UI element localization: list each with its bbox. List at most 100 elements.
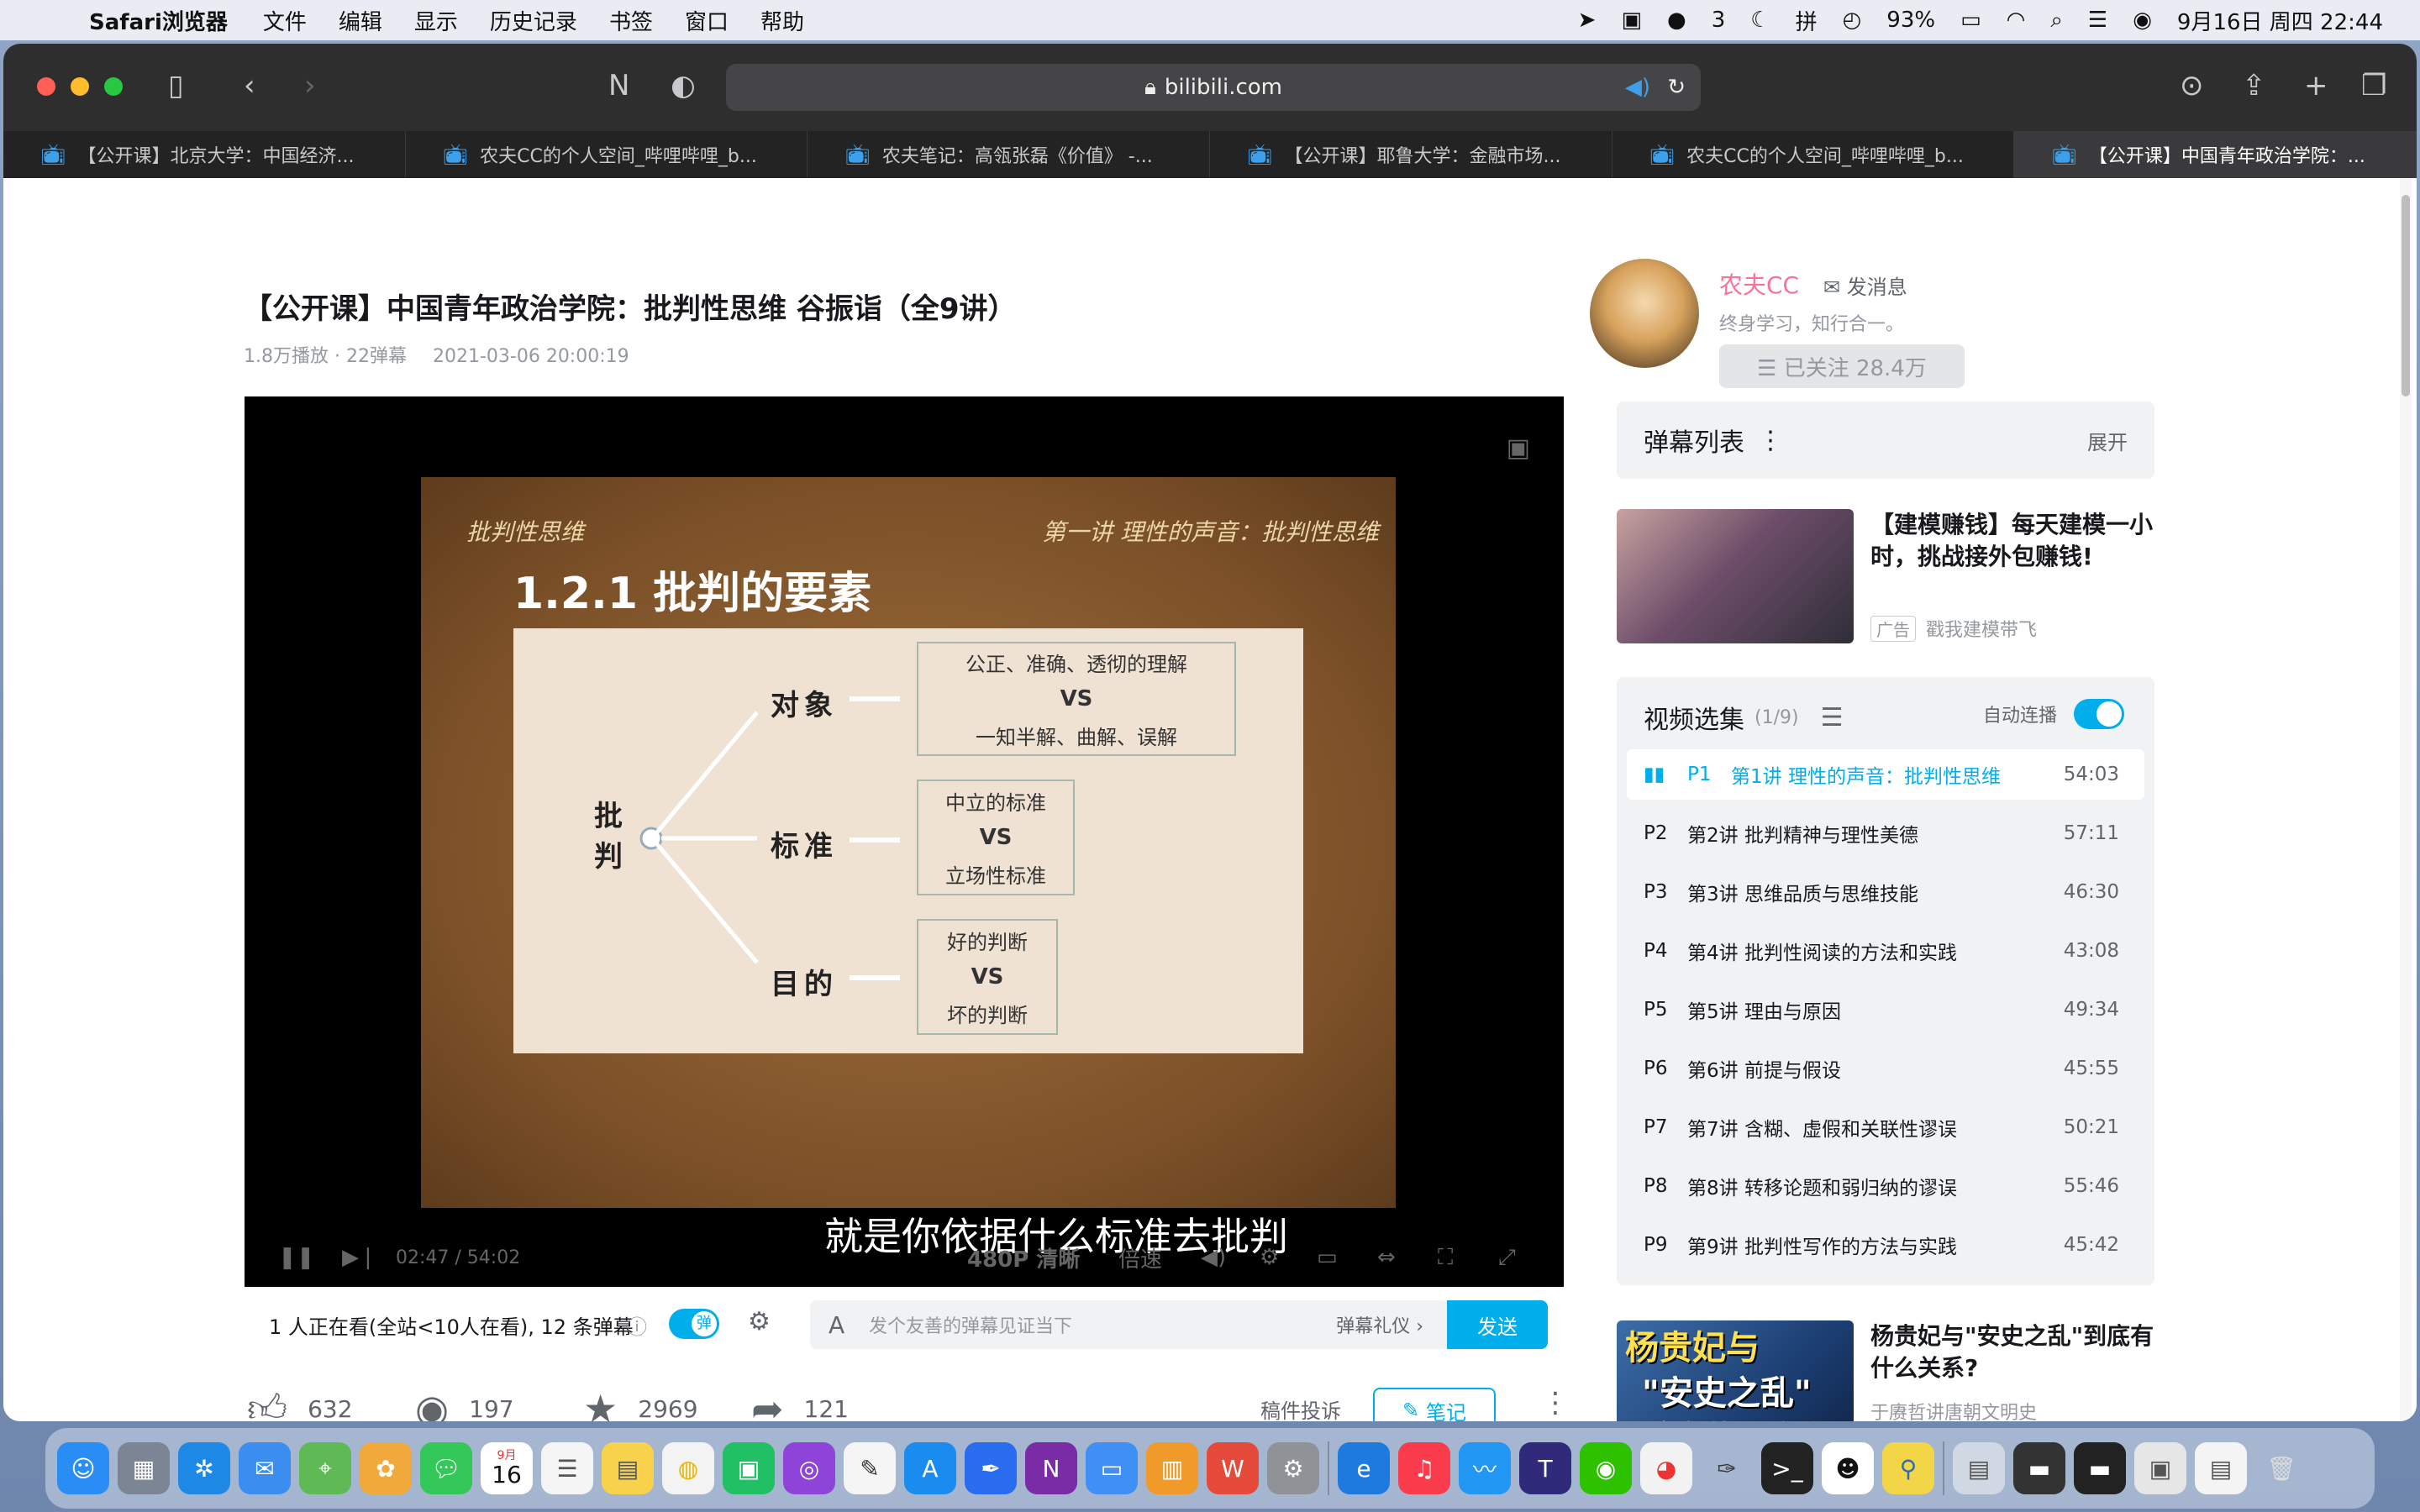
trash-icon[interactable]: 🗑︎ [2255,1442,2307,1494]
tab-5[interactable]: 📺︎ 农夫CC的个人空间_哔哩哔哩_b... [1612,131,2015,178]
autoplay-toggle[interactable] [2074,699,2124,729]
mail-icon[interactable]: ✉ [239,1442,291,1494]
audio-playing-icon[interactable]: ◀︎) [1625,75,1650,100]
iqiyi-icon[interactable]: ▣ [723,1442,775,1494]
episode-item[interactable]: P7 第7讲 含糊、虚假和关联性谬误 50:21 [1627,1102,2144,1152]
uploader-name[interactable]: 农夫CC [1719,267,1799,301]
clock[interactable]: 9月16日 周四 22:44 [2177,5,2383,36]
fullscreen-icon[interactable]: ⤢ [1498,1245,1516,1271]
followed-button[interactable]: ☰ 已关注 28.4万 [1719,344,1965,388]
pages-icon[interactable]: ✎ [844,1442,896,1494]
help-icon[interactable]: ⓘ [627,1310,647,1340]
window-thumbnail-3[interactable]: ▬ [2074,1442,2126,1494]
report-link[interactable]: 稿件投诉 [1260,1394,1341,1421]
recommended-author[interactable]: 于赓哲讲唐朝文明史 [1870,1398,2037,1421]
danmaku-input[interactable]: A 发个友善的弹幕见证当下 弹幕礼仪 › [810,1300,1449,1349]
danmaku-toggle[interactable]: 弹 [669,1309,719,1339]
downloads-icon[interactable]: ⊙ [2180,69,2204,102]
menu-edit[interactable]: 编辑 [339,5,382,36]
system-preferences-icon[interactable]: ⚙ [1267,1442,1319,1494]
menu-help[interactable]: 帮助 [760,5,804,36]
wps-office-icon[interactable]: W [1207,1442,1259,1494]
tab-overview-icon[interactable]: ❐ [2361,69,2386,102]
list-view-icon[interactable]: ☰ [1821,703,1844,732]
episode-item[interactable]: P6 第6讲 前提与假设 45:55 [1627,1043,2144,1094]
tab-4[interactable]: 📺︎ 【公开课】耶鲁大学：金融市场... [1210,131,1612,178]
tab-1[interactable]: 📺︎ 【公开课】北京大学：中国经济... [3,131,406,178]
moon-icon[interactable]: ☾ [1750,8,1770,33]
finder-icon[interactable]: ☺ [57,1442,109,1494]
maps-icon[interactable]: ⌖ [299,1442,351,1494]
page-scrollbar[interactable] [2400,178,2412,1421]
recommended-title[interactable]: 杨贵妃与"安史之乱"到底有什么关系? [1870,1320,2165,1384]
episode-item[interactable]: P2 第2讲 批判精神与理性美德 57:11 [1627,808,2144,858]
recommended-thumbnail[interactable]: 杨贵妃与 "安史之乱" 到底有什么关系? [1617,1320,1854,1421]
chrome-icon[interactable]: ◕ [1640,1442,1692,1494]
messages-icon[interactable]: 💬︎ [420,1442,472,1494]
ad-title[interactable]: 【建模赚钱】每天建模一小时，挑战接外包赚钱! [1870,509,2165,573]
scrollbar-thumb[interactable] [2402,195,2410,396]
siri-icon[interactable]: ◉ [2133,8,2152,33]
menu-file[interactable]: 文件 [263,5,307,36]
window-thumbnail-1[interactable]: ▤ [1953,1442,2005,1494]
safari-icon[interactable]: ✲ [178,1442,230,1494]
tex-icon[interactable]: T [1519,1442,1571,1494]
video-player[interactable]: ▣ 批判性思维 第一讲 理性的声音：批判性思维 1.2.1 批判的要素 批 判 … [245,396,1564,1287]
picture-in-picture-icon[interactable]: ▭ [1317,1245,1338,1270]
menu-history[interactable]: 历史记录 [490,5,577,36]
panda-app-icon[interactable]: ☻ [1822,1442,1874,1494]
privacy-shield-icon[interactable]: ◐ [671,69,696,102]
quality-selector[interactable]: 480P 清晰 [967,1242,1080,1273]
wechat-icon[interactable]: ● [1667,8,1686,33]
tab-3[interactable]: 📺︎ 农夫笔记：高瓴张磊《价值》 -... [808,131,1211,178]
danmaku-list-header[interactable]: 弹幕列表 ⋮ 展开 [1617,402,2154,479]
close-window-button[interactable] [37,77,55,96]
input-method-icon[interactable]: 拼 [1796,5,1818,36]
send-message-link[interactable]: ✉ 发消息 [1823,270,1907,300]
episode-item-active[interactable]: ▮▮ P1 第1讲 理性的声音：批判性思维 54:03 [1627,749,2144,800]
episode-item[interactable]: P5 第5讲 理由与原因 49:34 [1627,984,2144,1035]
reload-icon[interactable]: ↻ [1667,75,1686,100]
photos-icon[interactable]: ✿ [360,1442,412,1494]
launchpad-icon[interactable]: ▦ [118,1442,170,1494]
send-danmaku-button[interactable]: 发送 [1447,1300,1548,1349]
episode-item[interactable]: P9 第9讲 批判性写作的方法与实践 45:42 [1627,1220,2144,1270]
tab-6-active[interactable]: 📺︎ 【公开课】中国青年政治学院：... [2014,131,2417,178]
location-icon[interactable]: ➤ [1578,8,1597,33]
battery-icon[interactable]: ▭ [1960,8,1981,33]
danmaku-etiquette-link[interactable]: 弹幕礼仪 › [1336,1311,1423,1338]
coin-button[interactable]: ◉ 197 [415,1386,514,1421]
menu-view[interactable]: 显示 [414,5,458,36]
sidebar-icon[interactable]: ▯ [168,69,184,102]
ad-thumbnail[interactable] [1617,509,1854,643]
back-icon[interactable]: ‹ [244,69,255,102]
episode-item[interactable]: P4 第4讲 批判性阅读的方法和实践 43:08 [1627,926,2144,976]
notion-extension-icon[interactable]: N [608,69,629,102]
reminders-icon[interactable]: ☰ [541,1442,593,1494]
forward-icon[interactable]: › [304,69,316,102]
widescreen-icon[interactable]: ⇔ [1377,1245,1396,1270]
calendar-icon[interactable]: 9月 16 [481,1442,533,1494]
feedback-icon[interactable]: ▣ [1507,433,1530,463]
maimai-icon[interactable]: 〰 [1459,1442,1511,1494]
time-machine-icon[interactable]: ◴ [1843,8,1862,33]
pause-icon[interactable]: ❚❚ [278,1245,315,1270]
wps-icon[interactable]: ▣ [1621,8,1642,33]
zoom-window-button[interactable] [104,77,123,96]
search-icon[interactable]: ⌕ [2050,8,2063,34]
episode-item[interactable]: P3 第3讲 思维品质与思维技能 46:30 [1627,867,2144,917]
cloud-drive-icon[interactable]: ◍ [662,1442,714,1494]
books-icon[interactable]: ▥ [1146,1442,1198,1494]
danmaku-list-more-icon[interactable]: ⋮ [1758,426,1783,455]
uploader-avatar[interactable] [1590,259,1699,368]
onenote-icon[interactable]: N [1025,1442,1077,1494]
speed-selector[interactable]: 倍速 [1118,1242,1162,1273]
notes-icon[interactable]: ▤ [602,1442,654,1494]
address-bar[interactable]: 🔒︎ bilibili.com ◀︎) ↻ [726,64,1701,111]
tab-2[interactable]: 📺︎ 农夫CC的个人空间_哔哩哔哩_b... [406,131,808,178]
terminal-icon[interactable]: >_ [1761,1442,1813,1494]
minimize-window-button[interactable] [71,77,89,96]
share-button[interactable]: ➦ 121 [751,1386,849,1421]
share-icon[interactable]: ⇪ [2242,69,2266,102]
file-transfer-icon[interactable]: ▭ [1086,1442,1138,1494]
